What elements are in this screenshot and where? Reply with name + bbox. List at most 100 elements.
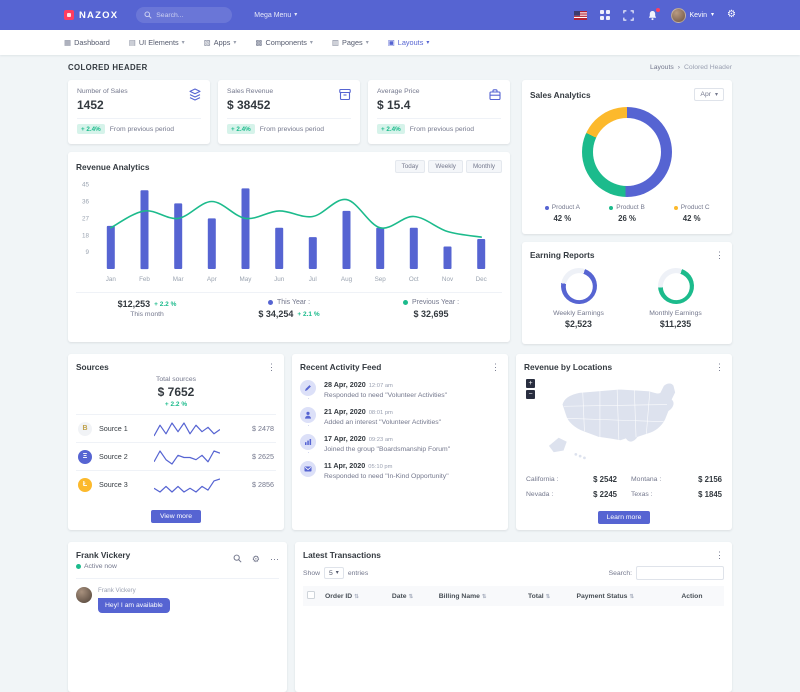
stat-label: Number of Sales (77, 88, 128, 95)
svg-text:Oct: Oct (409, 276, 419, 283)
sort-icon: ⇅ (354, 593, 359, 600)
source-value: $ 2625 (252, 452, 274, 461)
nav-item-components[interactable]: ▩ Components ▾ (255, 38, 312, 47)
show-label: Show (303, 569, 321, 577)
source-name: Source 3 (99, 480, 128, 489)
card-title: Revenue by Locations (524, 362, 613, 372)
range-button-weekly[interactable]: Weekly (428, 160, 463, 173)
notifications-button[interactable] (647, 7, 660, 21)
source-row[interactable]: Ł Source 3 $ 2856 (76, 470, 276, 498)
stat-card-number-of-sales: Number of Sales 1452 + 2.4% From previou… (68, 80, 210, 144)
card-title: Earning Reports (530, 250, 595, 260)
chat-avatar (76, 587, 92, 603)
chevron-down-icon: ▾ (233, 39, 237, 46)
column-header-billing-name[interactable]: Billing Name ⇅ (434, 586, 524, 606)
nav-item-apps[interactable]: ▧ Apps ▾ (204, 38, 237, 47)
source-row[interactable]: Ξ Source 2 $ 2625 (76, 442, 276, 470)
chat-more-button[interactable]: ⋯ (270, 554, 279, 565)
gear-icon: ⚙ (727, 9, 736, 20)
brand-logo[interactable]: NAZOX (64, 10, 118, 21)
select-all-checkbox[interactable] (307, 591, 315, 599)
breadcrumb-parent[interactable]: Layouts (650, 64, 674, 71)
timeline-connector (307, 425, 309, 426)
revenue-previous-year-summary: Previous Year : $ 32,695 (360, 293, 502, 323)
entries-select[interactable]: 5 ▾ (324, 567, 344, 579)
map-zoom-out-button[interactable]: − (526, 390, 535, 399)
search-placeholder: Search... (156, 11, 184, 19)
svg-text:9: 9 (85, 249, 89, 256)
column-header-payment-status[interactable]: Payment Status ⇅ (572, 586, 678, 606)
column-header-action[interactable]: Action (677, 586, 724, 606)
this-year-dot-icon (267, 300, 273, 305)
kebab-menu-icon[interactable]: ⋮ (715, 550, 724, 560)
column-header-total[interactable]: Total ⇅ (523, 586, 573, 606)
this-year-label: This Year : (276, 299, 311, 306)
svg-text:Jun: Jun (274, 276, 285, 283)
stat-value: $ 38452 (227, 98, 271, 112)
chat-search-button[interactable] (233, 550, 242, 568)
period-select[interactable]: Apr ▾ (694, 88, 724, 101)
chevron-down-icon: ▾ (335, 570, 339, 576)
legend-dot-icon (544, 205, 549, 210)
mega-menu-button[interactable]: Mega Menu ▾ (254, 12, 297, 19)
kebab-menu-icon[interactable]: ⋮ (267, 362, 276, 372)
this-year-badge: + 2.1 % (297, 310, 320, 318)
usa-map[interactable] (524, 377, 724, 463)
earning-value: $11,235 (659, 319, 692, 329)
view-more-button[interactable]: View more (151, 510, 201, 523)
table-search-input[interactable] (636, 566, 724, 580)
topbar-search-input[interactable]: Search... (136, 7, 233, 23)
fullscreen-button[interactable] (622, 9, 634, 21)
user-menu-button[interactable]: Kevin ▾ (670, 7, 714, 23)
chat-card: Frank Vickery Active now ⚙ ⋯ Frank Vicke… (68, 542, 287, 692)
breadcrumb-separator-icon: › (677, 63, 681, 71)
period-value: Apr (700, 91, 711, 98)
learn-more-button[interactable]: Learn more (597, 511, 651, 524)
activity-date: 17 Apr, 2020 (324, 434, 366, 443)
svg-text:18: 18 (82, 232, 90, 239)
legend-name: Product B (616, 204, 645, 211)
revenue-combo-chart[interactable]: 9 18 27 36 45 Jan Feb Mar Apr May Jun Jul Aug Sep Oct N… (76, 173, 502, 285)
search-icon (233, 554, 242, 563)
stat-badge: + 2.4% (227, 124, 255, 134)
kebab-menu-icon[interactable]: ⋮ (491, 362, 500, 372)
sales-donut-chart[interactable] (582, 107, 672, 197)
source-row[interactable]: B Source 1 $ 2478 (76, 414, 276, 442)
kebab-menu-icon[interactable]: ⋮ (715, 250, 724, 260)
kebab-menu-icon[interactable]: ⋮ (715, 362, 724, 372)
settings-button[interactable]: ⚙ (727, 10, 736, 20)
language-flag-button[interactable] (573, 10, 587, 20)
range-button-today[interactable]: Today (394, 160, 426, 173)
nav-item-ui-elements[interactable]: ▤ UI Elements ▾ (129, 38, 185, 47)
range-button-monthly[interactable]: Monthly (465, 160, 502, 173)
legend-dot-icon (609, 205, 614, 210)
svg-text:27: 27 (82, 215, 90, 222)
stat-label: Sales Revenue (227, 88, 274, 95)
nav-item-layouts[interactable]: ▣ Layouts ▾ (388, 38, 430, 47)
stat-card-sales-revenue: Sales Revenue $ 38452 + 2.4% From previo… (218, 80, 360, 144)
column-header-order-id[interactable]: Order ID ⇅ (321, 586, 388, 606)
activity-time: 12:07 am (368, 383, 393, 389)
activity-item: 17 Apr, 2020 09:23 am Joined the group "B… (300, 434, 500, 453)
earning-reports-card: Earning Reports ⋮ Weekly Earnings $2,523… (522, 242, 732, 344)
location-value: $ 2156 (698, 475, 722, 484)
breadcrumb-current: Colored Header (684, 63, 732, 71)
nav-label: Components (265, 38, 307, 47)
nav-item-dashboard[interactable]: ▦ Dashboard (64, 38, 110, 47)
map-zoom-in-button[interactable]: + (526, 379, 535, 388)
chat-status-label: Active now (84, 563, 117, 570)
chat-settings-button[interactable]: ⚙ (252, 554, 260, 565)
stat-note: From previous period (409, 125, 474, 133)
column-header-date[interactable]: Date ⇅ (387, 586, 435, 606)
search-icon (144, 11, 152, 19)
nav-item-pages[interactable]: ▥ Pages ▾ (332, 38, 369, 47)
svg-text:Feb: Feb (139, 276, 150, 283)
card-title: Sources (76, 362, 109, 372)
previous-year-value: $ 32,695 (413, 309, 449, 319)
revenue-month-summary: $12,253 + 2.2 % This month (76, 293, 218, 323)
apps-grid-button[interactable] (599, 10, 610, 20)
grid-icon (599, 10, 610, 20)
sort-icon: ⇅ (629, 593, 635, 600)
chat-sender-name: Frank Vickery (98, 587, 136, 594)
stat-badge: + 2.4% (77, 124, 105, 134)
